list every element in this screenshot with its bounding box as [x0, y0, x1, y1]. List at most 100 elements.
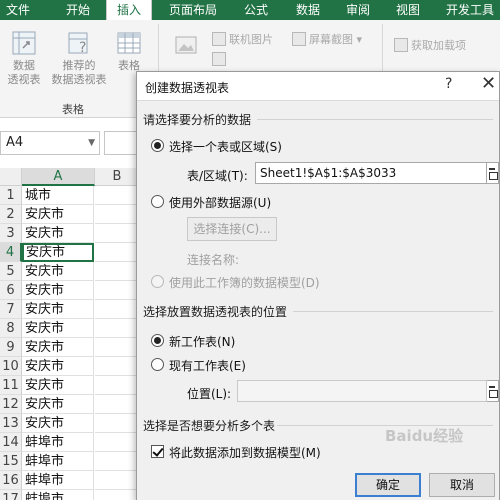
tab-data[interactable]: 数据 — [286, 0, 330, 20]
shapes-small-button[interactable] — [212, 52, 229, 68]
row-number[interactable]: 9 — [0, 338, 22, 357]
cell[interactable]: 安庆市 — [22, 262, 94, 281]
tab-view[interactable]: 视图 — [386, 0, 430, 20]
option-existing-worksheet-label[interactable]: 现有工作表(E) — [169, 357, 246, 374]
option-new-worksheet-label[interactable]: 新工作表(N) — [169, 333, 235, 350]
radio-data-model[interactable] — [151, 275, 164, 288]
cell[interactable]: 安庆市 — [22, 319, 94, 338]
cell[interactable]: 蚌埠市 — [22, 433, 94, 452]
row-number[interactable]: 7 — [0, 300, 22, 319]
close-icon[interactable]: ✕ — [481, 73, 496, 94]
add-to-data-model-checkbox[interactable] — [151, 445, 164, 458]
cell[interactable] — [95, 433, 140, 452]
online-pictures-button[interactable]: 联机图片 — [212, 32, 273, 48]
cell[interactable] — [95, 452, 140, 471]
cell[interactable] — [95, 395, 140, 414]
cell[interactable]: 城市 — [22, 186, 94, 205]
cell[interactable] — [95, 243, 140, 262]
row-number[interactable]: 8 — [0, 319, 22, 338]
row-number[interactable]: 10 — [0, 357, 22, 376]
cell[interactable] — [95, 376, 140, 395]
recommended-pivot-button[interactable]: ? 推荐的 数据透视表 — [48, 30, 110, 87]
cell[interactable]: 安庆市 — [22, 281, 94, 300]
row-number[interactable]: 14 — [0, 433, 22, 452]
table-row: 6 安庆市 — [0, 281, 140, 300]
select-all-corner[interactable] — [0, 168, 22, 186]
cell[interactable]: 蚌埠市 — [22, 452, 94, 471]
tab-review[interactable]: 审阅 — [336, 0, 380, 20]
cancel-button[interactable]: 取消 — [429, 473, 495, 497]
tab-developer[interactable]: 开发工具 — [440, 0, 500, 20]
range-collapse-button[interactable] — [487, 162, 499, 184]
radio-external-source[interactable] — [151, 195, 164, 208]
row-number[interactable]: 4 — [0, 243, 22, 262]
radio-existing-worksheet[interactable] — [151, 358, 164, 371]
column-header-b[interactable]: B — [95, 168, 140, 186]
location-collapse-button[interactable] — [487, 380, 499, 402]
tab-page-layout[interactable]: 页面布局 — [160, 0, 226, 20]
table-button[interactable]: 表格 — [112, 30, 146, 73]
cell[interactable] — [95, 186, 140, 205]
radio-table-range[interactable] — [151, 139, 164, 152]
column-header-a[interactable]: A — [22, 168, 95, 186]
tab-insert[interactable]: 插入 — [106, 0, 152, 20]
option-data-model-label[interactable]: 使用此工作簿的数据模型(D) — [169, 274, 320, 291]
row-number[interactable]: 16 — [0, 471, 22, 490]
row-number[interactable]: 3 — [0, 224, 22, 243]
cell[interactable]: 安庆市 — [22, 376, 94, 395]
cell[interactable] — [95, 205, 140, 224]
table-row: 11 安庆市 — [0, 376, 140, 395]
name-box[interactable]: A4 ▼ — [0, 131, 100, 155]
store-icon — [394, 38, 408, 52]
screenshot-icon — [292, 32, 306, 46]
add-to-data-model-label[interactable]: 将此数据添加到数据模型(M) — [169, 444, 321, 461]
cell[interactable]: 安庆市 — [22, 357, 94, 376]
get-addins-button[interactable]: 获取加载项 — [394, 38, 466, 54]
cell[interactable]: 安庆市 — [22, 205, 94, 224]
tab-home[interactable]: 开始 — [56, 0, 100, 20]
cell[interactable]: 蚌埠市 — [22, 471, 94, 490]
tab-formulas[interactable]: 公式 — [234, 0, 278, 20]
pictures-button[interactable] — [172, 32, 200, 61]
chevron-down-icon[interactable]: ▼ — [88, 132, 95, 154]
pivot-table-button[interactable]: 数据 透视表 — [2, 30, 46, 87]
cell[interactable]: 安庆市 — [22, 300, 94, 319]
cell[interactable] — [95, 300, 140, 319]
cell[interactable] — [95, 490, 140, 500]
cell[interactable]: 蚌埠市 — [22, 490, 94, 500]
tab-file[interactable]: 文件 — [0, 0, 36, 20]
option-external-source-label[interactable]: 使用外部数据源(U) — [169, 194, 271, 211]
row-number[interactable]: 17 — [0, 490, 22, 500]
row-number[interactable]: 1 — [0, 186, 22, 205]
ribbon-tab-bar: 文件 开始 插入 页面布局 公式 数据 审阅 视图 开发工具 — [0, 0, 500, 20]
cell[interactable] — [95, 357, 140, 376]
cell[interactable]: 安庆市 — [22, 395, 94, 414]
dialog-title: 创建数据透视表 — [145, 81, 230, 95]
cell[interactable]: 安庆市 — [22, 338, 94, 357]
row-number[interactable]: 11 — [0, 376, 22, 395]
cell[interactable] — [95, 414, 140, 433]
row-number[interactable]: 2 — [0, 205, 22, 224]
cell[interactable] — [95, 262, 140, 281]
range-input[interactable]: Sheet1!$A$1:$A$3033 — [255, 162, 487, 184]
row-number[interactable]: 5 — [0, 262, 22, 281]
help-icon[interactable]: ? — [445, 76, 452, 92]
choose-connection-button[interactable]: 选择连接(C)... — [187, 217, 277, 241]
row-number[interactable]: 6 — [0, 281, 22, 300]
row-number[interactable]: 12 — [0, 395, 22, 414]
cell[interactable] — [95, 281, 140, 300]
active-cell[interactable]: 安庆市 — [22, 243, 94, 262]
row-number[interactable]: 13 — [0, 414, 22, 433]
cell[interactable] — [95, 319, 140, 338]
cell[interactable] — [95, 224, 140, 243]
cell[interactable] — [95, 338, 140, 357]
option-table-range-label[interactable]: 选择一个表或区域(S) — [169, 138, 282, 155]
cell[interactable] — [95, 471, 140, 490]
cell[interactable]: 安庆市 — [22, 224, 94, 243]
screenshot-button[interactable]: 屏幕截图 ▾ — [292, 32, 362, 48]
radio-new-worksheet[interactable] — [151, 334, 164, 347]
location-input[interactable] — [237, 380, 487, 402]
cell[interactable]: 安庆市 — [22, 414, 94, 433]
row-number[interactable]: 15 — [0, 452, 22, 471]
ok-button[interactable]: 确定 — [355, 473, 421, 497]
